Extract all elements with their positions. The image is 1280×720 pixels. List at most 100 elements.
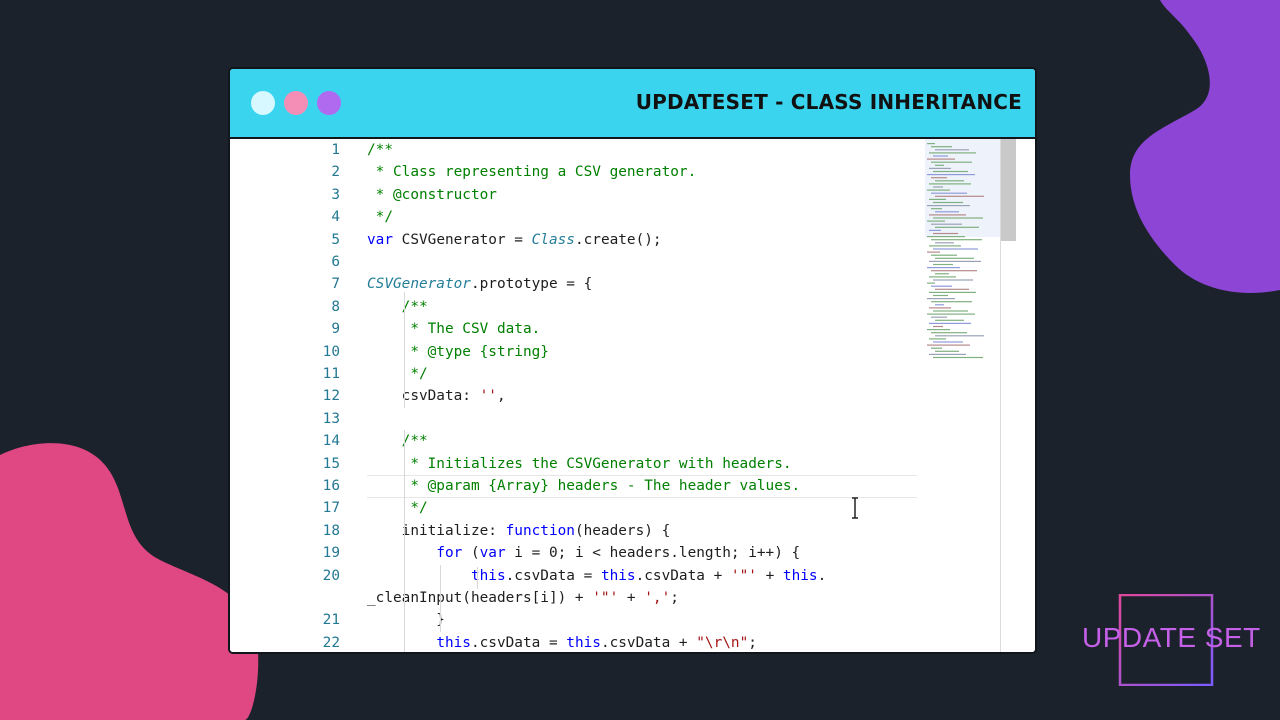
minimap-line bbox=[935, 304, 944, 306]
code-token: .csvData + bbox=[635, 567, 731, 584]
code-line[interactable]: 17 */ bbox=[230, 497, 920, 519]
code-token: for bbox=[436, 545, 463, 562]
minimap-line bbox=[927, 267, 960, 269]
minimap-line bbox=[935, 149, 969, 151]
code-token: /** bbox=[401, 298, 428, 315]
code-line[interactable]: 11 */ bbox=[230, 363, 920, 385]
code-line[interactable]: 2 * Class representing a CSV generator. bbox=[230, 161, 920, 183]
code-line[interactable]: 1 /** bbox=[230, 139, 920, 161]
code-editor[interactable]: 1 /** 2 * Class representing a CSV generat… bbox=[230, 137, 1035, 652]
code-token: .create(); bbox=[574, 231, 662, 248]
minimap-line bbox=[927, 205, 970, 207]
code-text: } bbox=[367, 609, 445, 631]
line-number: 12 bbox=[322, 388, 340, 405]
minimap-line bbox=[929, 198, 946, 200]
code-line[interactable]: 12 csvData: '', bbox=[230, 385, 920, 407]
minimap-line bbox=[933, 325, 943, 328]
code-line[interactable]: 8 /** bbox=[230, 296, 920, 318]
window-title: UPDATESET - CLASS INHERITANCE bbox=[635, 90, 1022, 114]
code-line[interactable]: 3 * @constructor bbox=[230, 184, 920, 206]
vertical-scrollbar[interactable] bbox=[1000, 139, 1016, 652]
line-number: 2 bbox=[331, 164, 340, 181]
code-token: var bbox=[367, 231, 393, 248]
logo-text: UPDATE SET bbox=[1082, 622, 1261, 653]
minimap-line bbox=[935, 180, 964, 182]
window-dot-1[interactable] bbox=[251, 91, 275, 115]
minimap-line bbox=[935, 211, 959, 213]
code-text: * The CSV data. bbox=[367, 318, 540, 340]
code-line[interactable]: 14 /** bbox=[230, 430, 920, 452]
line-number: 1 bbox=[331, 142, 340, 158]
code-line[interactable]: 16 * @param {Array} headers - The header… bbox=[230, 475, 920, 497]
code-token: /** bbox=[401, 433, 428, 450]
code-line[interactable]: 7 CSVGenerator.prototype = { bbox=[230, 273, 920, 295]
code-token: .prototype = { bbox=[470, 276, 593, 293]
code-line[interactable]: 20 this.csvData = this.csvData + '"' + t… bbox=[230, 565, 920, 587]
minimap-line bbox=[931, 192, 967, 194]
minimap[interactable] bbox=[925, 139, 1000, 439]
code-token: this bbox=[600, 567, 636, 584]
code-text: /** bbox=[367, 296, 428, 318]
code-line[interactable]: 22 this.csvData = this.csvData + "\r\n"; bbox=[230, 632, 920, 652]
code-line[interactable]: 19 for (var i = 0; i < headers.length; i… bbox=[230, 542, 920, 564]
code-token: * Class representing a CSV generator. bbox=[367, 164, 697, 181]
code-line[interactable]: 21 } bbox=[230, 609, 920, 631]
minimap-line bbox=[927, 251, 940, 253]
code-line[interactable]: 15 * Initializes the CSVGenerator with h… bbox=[230, 453, 920, 475]
code-token: CSVGenerator bbox=[367, 276, 471, 293]
window-dot-2[interactable] bbox=[284, 91, 308, 115]
line-number: 14 bbox=[322, 433, 340, 450]
code-token: .csvData + bbox=[600, 634, 697, 651]
minimap-line bbox=[933, 155, 948, 157]
minimap-line bbox=[929, 245, 961, 247]
window-dot-3[interactable] bbox=[317, 91, 341, 115]
minimap-line bbox=[929, 291, 976, 293]
line-number: 21 bbox=[322, 612, 340, 629]
minimap-line bbox=[933, 217, 983, 219]
code-token: .csvData = bbox=[505, 567, 601, 584]
code-line[interactable]: 4 */ bbox=[230, 206, 920, 228]
code-token: * @constructor bbox=[367, 186, 497, 203]
code-line[interactable]: 5 var CSVGenerator = Class.create(); bbox=[230, 229, 920, 251]
minimap-line bbox=[929, 338, 946, 340]
minimap-line bbox=[931, 347, 942, 349]
minimap-line bbox=[929, 167, 951, 169]
code-text: this.csvData = this.csvData + '"' + this… bbox=[367, 565, 826, 587]
code-text: * @param {Array} headers - The header va… bbox=[367, 475, 800, 497]
code-token: _cleanInput(headers[i]) + bbox=[367, 590, 593, 606]
code-token: ; bbox=[670, 590, 679, 606]
code-token: CSVGenerator = bbox=[393, 231, 532, 248]
code-token: ',' bbox=[644, 590, 671, 606]
minimap-line bbox=[933, 294, 948, 297]
minimap-line bbox=[935, 288, 969, 290]
code-token: ; bbox=[748, 634, 757, 651]
code-area[interactable]: 1 /** 2 * Class representing a CSV generat… bbox=[230, 139, 920, 652]
code-token: this bbox=[566, 634, 601, 651]
code-line[interactable]: 13 bbox=[230, 408, 920, 430]
line-number: 22 bbox=[322, 634, 340, 651]
code-text: this.csvData = this.csvData + "\r\n"; bbox=[367, 632, 757, 652]
minimap-line bbox=[927, 220, 945, 222]
code-token: + bbox=[756, 567, 783, 584]
indent-guide bbox=[477, 566, 478, 589]
code-line[interactable]: 10 * @type {string} bbox=[230, 341, 920, 363]
minimap-line bbox=[929, 353, 966, 355]
indent-guide bbox=[440, 564, 441, 632]
scrollbar-thumb[interactable] bbox=[1001, 139, 1016, 241]
code-token: * Initializes the CSVGenerator with head… bbox=[401, 455, 792, 472]
minimap-line bbox=[935, 273, 949, 275]
code-line[interactable]: 18 initialize: function(headers) { bbox=[230, 520, 920, 542]
minimap-line bbox=[933, 170, 968, 173]
minimap-line bbox=[935, 335, 984, 337]
line-number: 8 bbox=[331, 298, 340, 315]
minimap-line bbox=[931, 223, 962, 225]
code-line[interactable]: 9 * The CSV data. bbox=[230, 318, 920, 340]
code-line[interactable]: _cleanInput(headers[i]) + '"' + ','; bbox=[230, 587, 920, 609]
code-line[interactable]: 6 bbox=[230, 251, 920, 273]
